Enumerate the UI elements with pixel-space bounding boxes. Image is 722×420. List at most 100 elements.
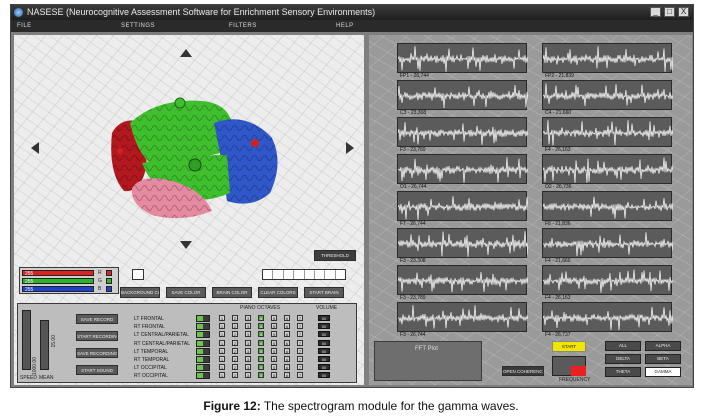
volume-field[interactable]: 50: [318, 347, 330, 354]
octave-checkbox[interactable]: 6: [284, 372, 290, 379]
octave-checkbox[interactable]: 7: [297, 315, 303, 321]
octave-checkbox[interactable]: 6: [284, 339, 290, 346]
brain-3d-model[interactable]: [102, 93, 292, 223]
region-toggle[interactable]: [196, 372, 210, 380]
octave-checkbox[interactable]: 5: [271, 347, 277, 354]
electrode-marker[interactable]: [117, 148, 123, 154]
octave-checkbox[interactable]: 6: [284, 347, 290, 354]
octave-checkbox[interactable]: 4: [258, 347, 264, 354]
maximize-button[interactable]: □: [664, 7, 675, 17]
band-alpha-button[interactable]: ALPHA: [645, 341, 681, 351]
octave-checkbox[interactable]: 7: [297, 323, 303, 330]
start-brain-button[interactable]: START BRAIN: [304, 287, 344, 298]
octave-checkbox[interactable]: 5: [271, 372, 277, 379]
band-delta-button[interactable]: DELTA: [605, 354, 641, 364]
band-beta-button[interactable]: BETA: [645, 354, 681, 364]
volume-field[interactable]: 50: [318, 356, 330, 362]
octave-checkbox[interactable]: 1: [219, 331, 225, 338]
volume-field[interactable]: 50: [318, 315, 330, 321]
octave-checkbox[interactable]: 4: [258, 364, 264, 371]
octave-checkbox[interactable]: 1: [219, 339, 225, 346]
band-theta-button[interactable]: THETA: [605, 367, 641, 377]
octave-checkbox[interactable]: 3: [245, 315, 251, 321]
octave-checkbox[interactable]: 2: [232, 364, 238, 371]
open-coherence-button[interactable]: OPEN COHERENCE: [502, 366, 544, 376]
menu-settings[interactable]: SETTINGS: [121, 20, 155, 32]
octave-checkbox[interactable]: 4: [258, 356, 264, 362]
octave-checkbox[interactable]: 6: [284, 331, 290, 338]
background-color-button[interactable]: BACKGROUND COLOR: [120, 287, 160, 298]
region-toggle[interactable]: [196, 339, 210, 347]
octave-checkbox[interactable]: 3: [245, 347, 251, 354]
menu-help[interactable]: HELP: [336, 20, 354, 32]
mean-slider[interactable]: [40, 320, 49, 370]
octave-checkbox[interactable]: 4: [258, 372, 264, 379]
minimize-button[interactable]: _: [650, 7, 661, 17]
octave-checkbox[interactable]: 2: [232, 339, 238, 346]
clear-colors-button[interactable]: CLEAR COLORS: [258, 287, 298, 298]
octave-checkbox[interactable]: 5: [271, 331, 277, 338]
octave-checkbox[interactable]: 2: [232, 356, 238, 362]
save-record-button[interactable]: SAVE RECORD: [76, 314, 118, 324]
start-button[interactable]: START: [552, 341, 586, 352]
octave-checkbox[interactable]: 1: [219, 323, 225, 330]
region-toggle[interactable]: [196, 364, 210, 372]
octave-checkbox[interactable]: 7: [297, 331, 303, 338]
band-gamma-button[interactable]: GAMMA: [645, 367, 681, 377]
electrode-marker[interactable]: [174, 97, 186, 109]
octave-checkbox[interactable]: 5: [271, 339, 277, 346]
octave-checkbox[interactable]: 4: [258, 315, 264, 321]
octave-checkbox[interactable]: 2: [232, 372, 238, 379]
octave-checkbox[interactable]: 4: [258, 331, 264, 338]
octave-checkbox[interactable]: 2: [232, 331, 238, 338]
octave-checkbox[interactable]: 7: [297, 339, 303, 346]
octave-checkbox[interactable]: 1: [219, 347, 225, 354]
octave-checkbox[interactable]: 1: [219, 315, 225, 321]
region-toggle[interactable]: [196, 356, 210, 363]
volume-field[interactable]: 50: [318, 372, 330, 379]
octave-checkbox[interactable]: 2: [232, 323, 238, 330]
rotate-left-arrow-icon[interactable]: [31, 142, 39, 154]
rotate-down-arrow-icon[interactable]: [180, 241, 192, 249]
volume-field[interactable]: 50: [318, 339, 330, 346]
speed-slider[interactable]: [22, 310, 31, 370]
octave-checkbox[interactable]: 7: [297, 372, 303, 379]
electrode-marker[interactable]: [251, 139, 259, 147]
octave-checkbox[interactable]: 5: [271, 315, 277, 321]
octave-checkbox[interactable]: 3: [245, 364, 251, 371]
volume-field[interactable]: 50: [318, 364, 330, 371]
octave-checkbox[interactable]: 3: [245, 372, 251, 379]
brain-color-button[interactable]: BRAIN COLOR: [212, 287, 252, 298]
blue-slider[interactable]: 255: [22, 286, 94, 293]
band-all-button[interactable]: ALL: [605, 341, 641, 351]
region-toggle[interactable]: [196, 347, 210, 355]
menu-filters[interactable]: FILTERS: [229, 20, 257, 32]
electrode-marker[interactable]: [188, 158, 202, 172]
region-toggle[interactable]: [196, 331, 210, 339]
octave-checkbox[interactable]: 6: [284, 364, 290, 371]
menu-file[interactable]: FILE: [17, 20, 32, 32]
start-recording-button[interactable]: START RECORDING: [76, 331, 118, 341]
octave-checkbox[interactable]: 1: [219, 364, 225, 371]
rotate-right-arrow-icon[interactable]: [346, 142, 354, 154]
octave-checkbox[interactable]: 5: [271, 323, 277, 330]
green-slider[interactable]: 255: [22, 278, 94, 285]
start-sound-button[interactable]: START SOUND: [76, 365, 118, 375]
octave-checkbox[interactable]: 3: [245, 339, 251, 346]
save-recording-button[interactable]: SAVE RECORDING: [76, 348, 118, 358]
octave-checkbox[interactable]: 3: [245, 356, 251, 362]
octave-checkbox[interactable]: 3: [245, 323, 251, 330]
octave-checkbox[interactable]: 6: [284, 315, 290, 321]
region-toggle[interactable]: [196, 315, 210, 322]
octave-checkbox[interactable]: 7: [297, 356, 303, 362]
octave-checkbox[interactable]: 1: [219, 372, 225, 379]
octave-checkbox[interactable]: 4: [258, 323, 264, 330]
rotate-up-arrow-icon[interactable]: [180, 49, 192, 57]
close-button[interactable]: X: [678, 7, 689, 17]
octave-checkbox[interactable]: 2: [232, 315, 238, 321]
octave-checkbox[interactable]: 5: [271, 364, 277, 371]
threshold-button[interactable]: THRESHOLD: [314, 250, 356, 261]
color-palette-strip[interactable]: [262, 269, 346, 280]
volume-field[interactable]: 50: [318, 331, 330, 338]
octave-checkbox[interactable]: 1: [219, 356, 225, 362]
